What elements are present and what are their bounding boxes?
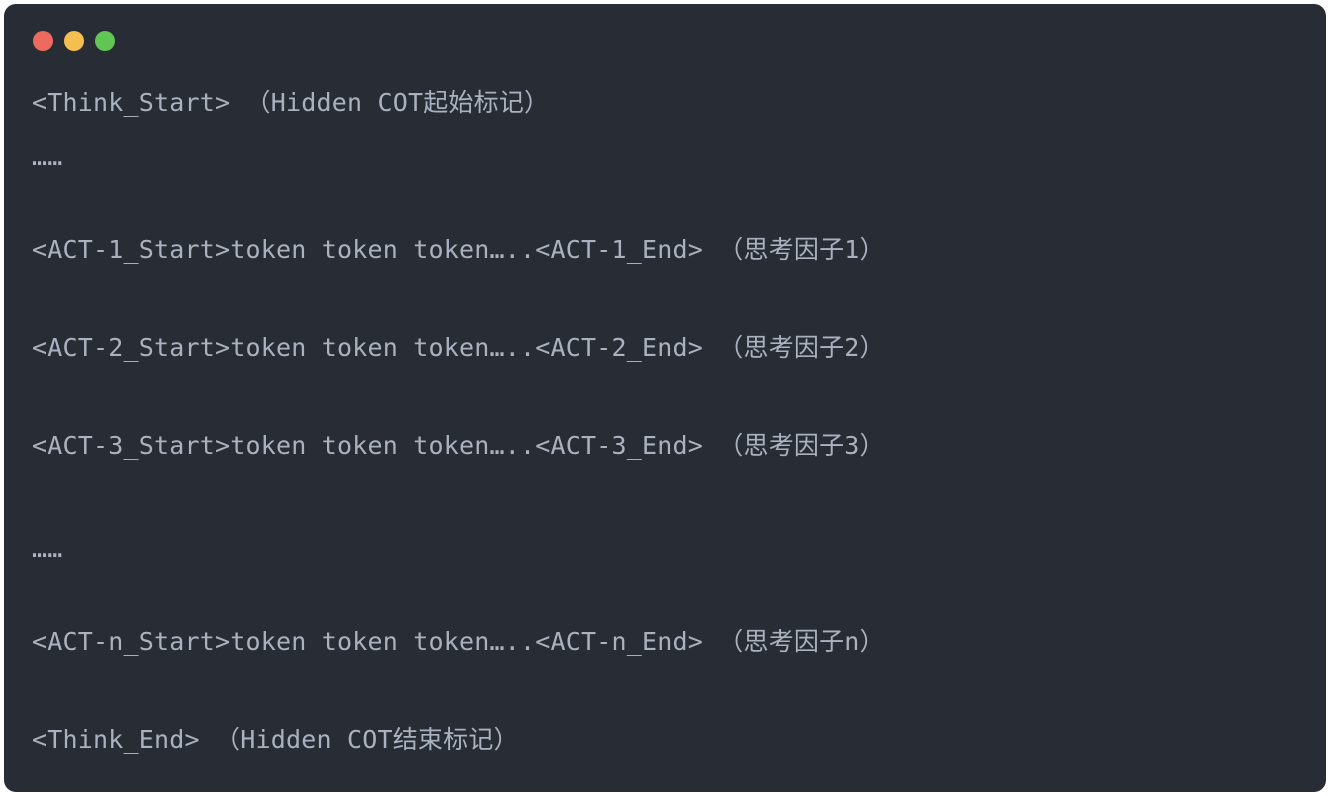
code-window: <Think_Start> （Hidden COT起始标记） …… <ACT-1…	[4, 4, 1326, 792]
code-line-act-1: <ACT-1_Start>token token token…..<ACT-1_…	[32, 235, 885, 264]
code-line-act-2: <ACT-2_Start>token token token…..<ACT-2_…	[32, 333, 885, 362]
code-line-act-3: <ACT-3_Start>token token token…..<ACT-3_…	[32, 431, 885, 460]
code-line-think-end: <Think_End> （Hidden COT结束标记）	[32, 725, 519, 754]
code-line-ellipsis-2: ……	[32, 534, 63, 563]
code-line-ellipsis-1: ……	[32, 142, 63, 171]
code-line-think-start: <Think_Start> （Hidden COT起始标记）	[32, 88, 550, 117]
code-line-act-n: <ACT-n_Start>token token token…..<ACT-n_…	[32, 627, 885, 656]
maximize-button[interactable]	[95, 31, 115, 51]
close-button[interactable]	[33, 31, 53, 51]
window-controls	[33, 31, 115, 51]
minimize-button[interactable]	[64, 31, 84, 51]
